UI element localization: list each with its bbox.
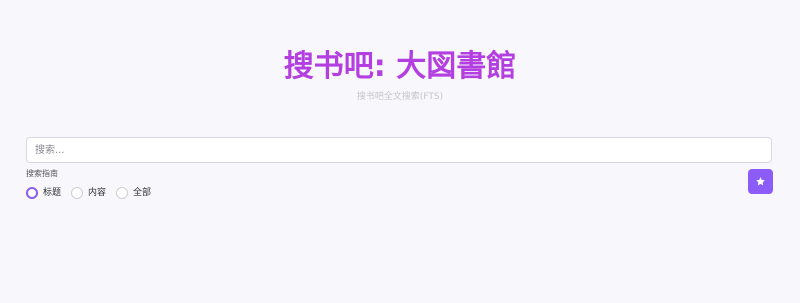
search-guide-link[interactable]: 搜索指南 xyxy=(26,168,58,179)
radio-unchecked-icon[interactable] xyxy=(116,187,129,199)
scope-option-label: 标题 xyxy=(43,188,62,198)
favorite-button[interactable] xyxy=(748,169,773,194)
star-icon xyxy=(756,177,765,186)
scope-option-label: 全部 xyxy=(133,188,152,198)
page-title: 搜书吧: 大図書館 xyxy=(283,49,517,84)
search-scope-radio-group: 标题 内容 全部 xyxy=(26,186,161,200)
page-subtitle: 搜书吧全文搜索(FTS) xyxy=(356,92,444,102)
scope-option-content[interactable]: 内容 xyxy=(71,187,106,199)
scope-option-all[interactable]: 全部 xyxy=(116,187,151,199)
radio-unchecked-icon[interactable] xyxy=(71,187,84,199)
page: 搜书吧: 大図書館 搜书吧全文搜索(FTS) 搜索指南 标题 内容 全部 xyxy=(0,0,800,303)
search-input[interactable] xyxy=(26,137,772,163)
radio-checked-icon[interactable] xyxy=(26,187,38,199)
scope-option-label: 内容 xyxy=(88,188,107,198)
scope-option-title[interactable]: 标题 xyxy=(26,187,61,199)
